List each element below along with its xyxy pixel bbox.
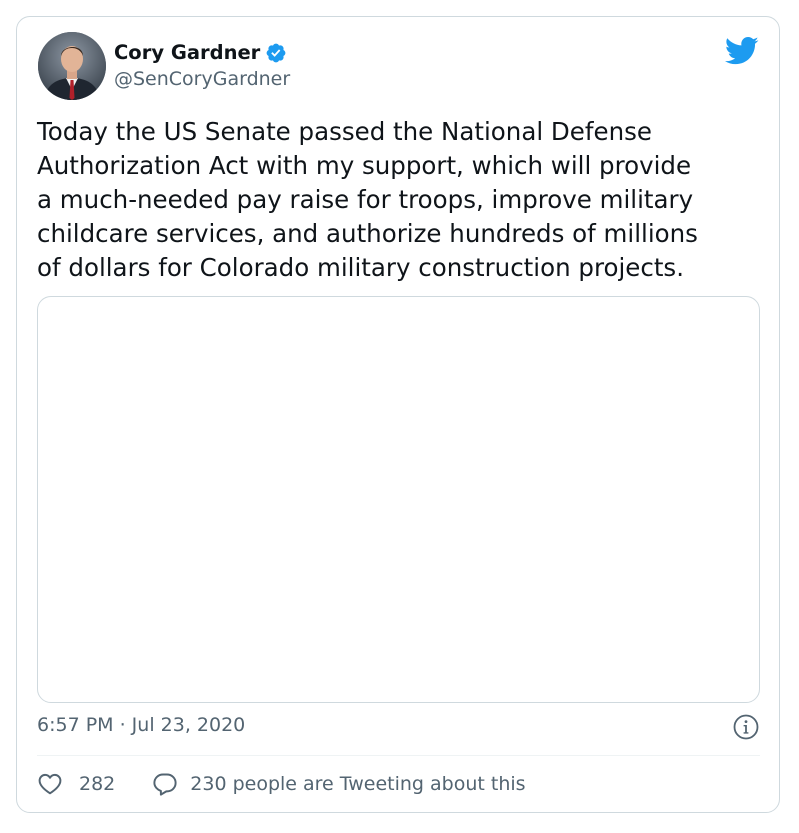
conversation-link[interactable]: 230 people are Tweeting about this bbox=[152, 771, 526, 797]
tweet-card: Cory Gardner @SenCoryGardner Today the U… bbox=[16, 16, 780, 813]
heart-icon bbox=[38, 773, 62, 795]
verified-badge-icon bbox=[266, 43, 286, 62]
media-frame[interactable] bbox=[37, 296, 760, 703]
conversation-text: 230 people are Tweeting about this bbox=[190, 773, 526, 795]
author-name[interactable]: Cory Gardner bbox=[114, 41, 287, 64]
like-count: 282 bbox=[79, 773, 116, 795]
author-handle[interactable]: @SenCoryGardner bbox=[114, 68, 290, 90]
twitter-bird-icon[interactable] bbox=[725, 36, 759, 66]
tweet-text: Today the US Senate passed the National … bbox=[37, 117, 698, 282]
avatar[interactable] bbox=[38, 32, 106, 100]
info-icon[interactable] bbox=[733, 714, 759, 740]
avatar-photo bbox=[38, 32, 106, 100]
tweet-actions: 282 230 people are Tweeting about this bbox=[37, 771, 526, 797]
speech-bubble-icon bbox=[153, 773, 177, 796]
author-name-text: Cory Gardner bbox=[114, 41, 261, 64]
tweet-timestamp[interactable]: 6:57 PM · Jul 23, 2020 bbox=[37, 714, 245, 736]
like-button[interactable]: 282 bbox=[37, 771, 115, 797]
divider bbox=[37, 755, 760, 756]
